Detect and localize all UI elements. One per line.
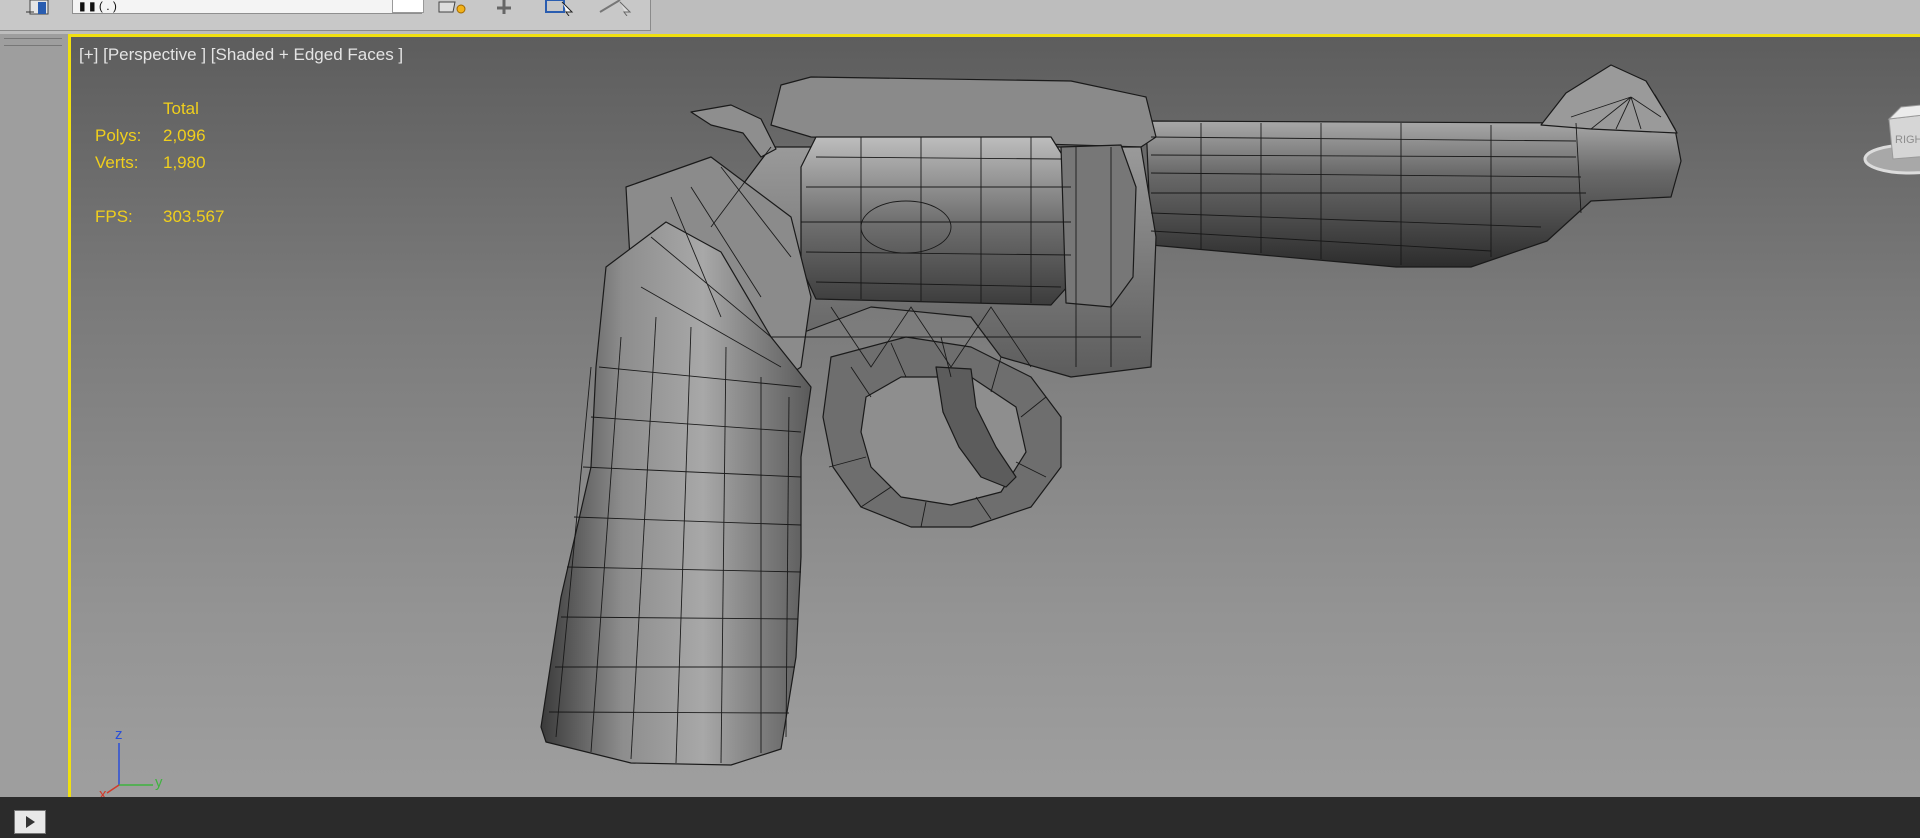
- viewcube-face-label: RIGHT: [1895, 134, 1920, 146]
- perspective-viewport[interactable]: [+] [Perspective ] [Shaded + Edged Faces…: [68, 34, 1920, 797]
- color-swatch[interactable]: [392, 0, 424, 13]
- play-button[interactable]: [14, 810, 46, 834]
- verts-value: 1,980: [163, 153, 206, 172]
- main-toolbar: ▮ ▮ ( . ): [0, 0, 1920, 35]
- axis-gizmo-icon: z y x: [99, 727, 163, 797]
- fps-label: FPS:: [95, 207, 133, 226]
- axis-y-label: y: [155, 774, 163, 791]
- stats-header: Total: [163, 99, 199, 118]
- stats-panel: Total Polys: 2,096 Verts: 1,980 FPS: 303.56…: [95, 95, 224, 230]
- layer-icon[interactable]: [22, 0, 62, 16]
- verts-label: Verts:: [95, 153, 139, 172]
- left-side-panel: [0, 34, 68, 834]
- window-crossing-icon[interactable]: [594, 0, 638, 16]
- axis-x-label: x: [99, 786, 107, 797]
- viewcube-icon[interactable]: RIGHT: [1861, 97, 1920, 187]
- select-object-icon[interactable]: [432, 0, 472, 16]
- select-and-move-icon[interactable]: [486, 0, 522, 16]
- axis-z-label: z: [115, 727, 123, 743]
- polys-label: Polys:: [95, 126, 142, 145]
- panel-grip[interactable]: [4, 38, 62, 46]
- polys-value: 2,096: [163, 126, 206, 145]
- select-region-icon[interactable]: [540, 0, 580, 16]
- fps-value: 303.567: [163, 207, 225, 226]
- selection-set-field[interactable]: ▮ ▮ ( . ): [72, 0, 422, 14]
- toolbar-group: ▮ ▮ ( . ): [0, 0, 651, 31]
- viewport-label[interactable]: [+] [Perspective ] [Shaded + Edged Faces…: [79, 45, 403, 65]
- revolver-model[interactable]: [71, 37, 1920, 797]
